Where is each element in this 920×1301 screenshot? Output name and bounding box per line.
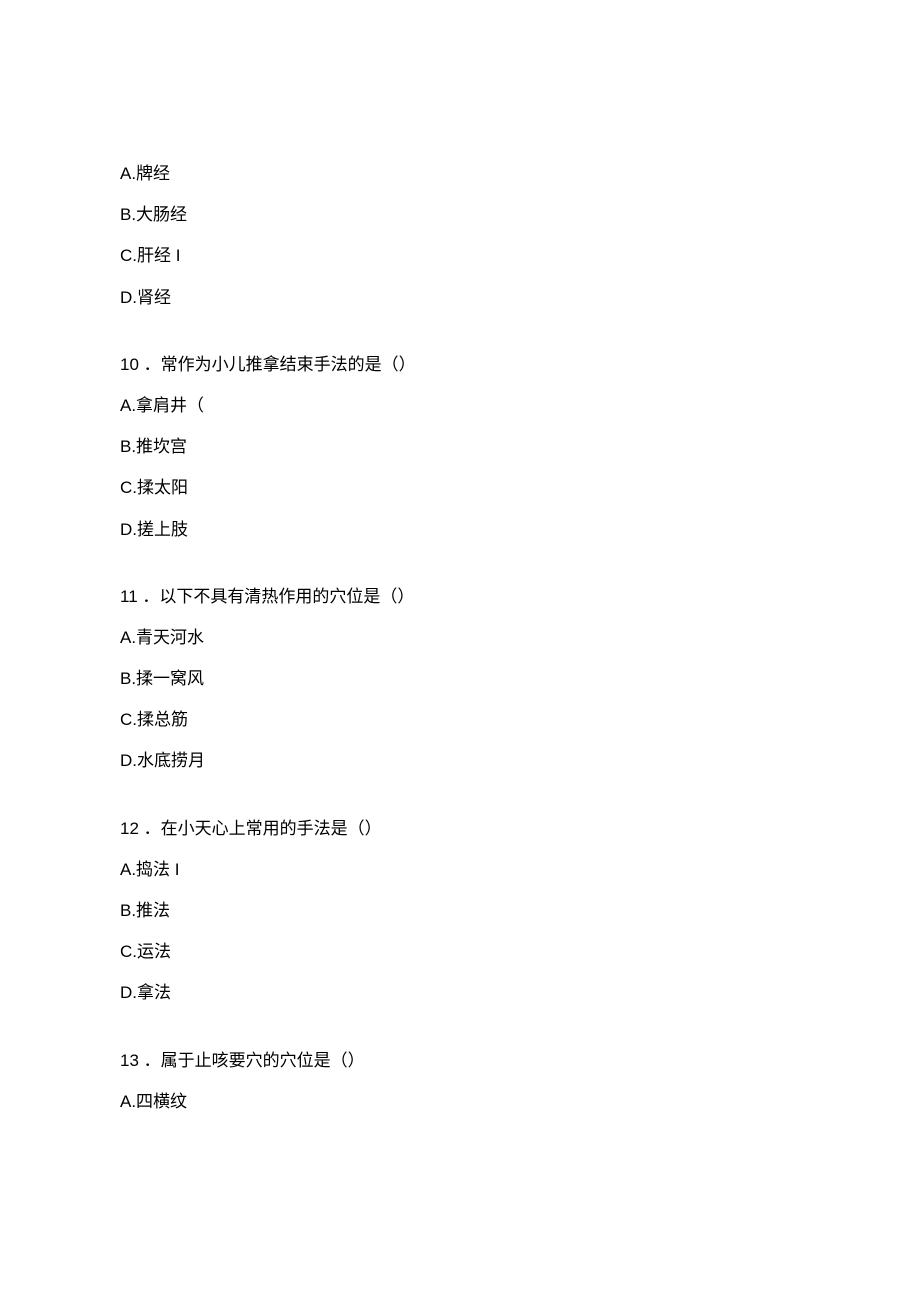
q10-option-c: C.揉太阳 xyxy=(120,474,800,501)
q11-option-b: B.揉一窝风 xyxy=(120,665,800,692)
q13-question: 13 ．属于止咳要穴的穴位是（） xyxy=(120,1047,800,1074)
q12-option-a: A.捣法 I xyxy=(120,856,800,883)
q9-option-a: A.牌经 xyxy=(120,160,800,187)
q9-option-c: C.肝经 I xyxy=(120,242,800,269)
q11-option-c: C.揉总筋 xyxy=(120,706,800,733)
q11-option-d: D.水底捞月 xyxy=(120,747,800,774)
q10-option-a: A.拿肩井（ xyxy=(120,392,800,419)
q10-option-b: B.推坎宫 xyxy=(120,433,800,460)
q9-option-b: B.大肠经 xyxy=(120,201,800,228)
q12-option-b: B.推法 xyxy=(120,897,800,924)
q12-question: 12 ．在小天心上常用的手法是（） xyxy=(120,815,800,842)
q11-question: 11 ．以下不具有清热作用的穴位是（） xyxy=(120,583,800,610)
q12-option-d: D.拿法 xyxy=(120,979,800,1006)
q13-option-a: A.四横纹 xyxy=(120,1088,800,1115)
q12-option-c: C.运法 xyxy=(120,938,800,965)
q9-option-d: D.肾经 xyxy=(120,284,800,311)
q10-question: 10 ．常作为小儿推拿结束手法的是（） xyxy=(120,351,800,378)
q10-option-d: D.搓上肢 xyxy=(120,516,800,543)
q11-option-a: A.青天河水 xyxy=(120,624,800,651)
